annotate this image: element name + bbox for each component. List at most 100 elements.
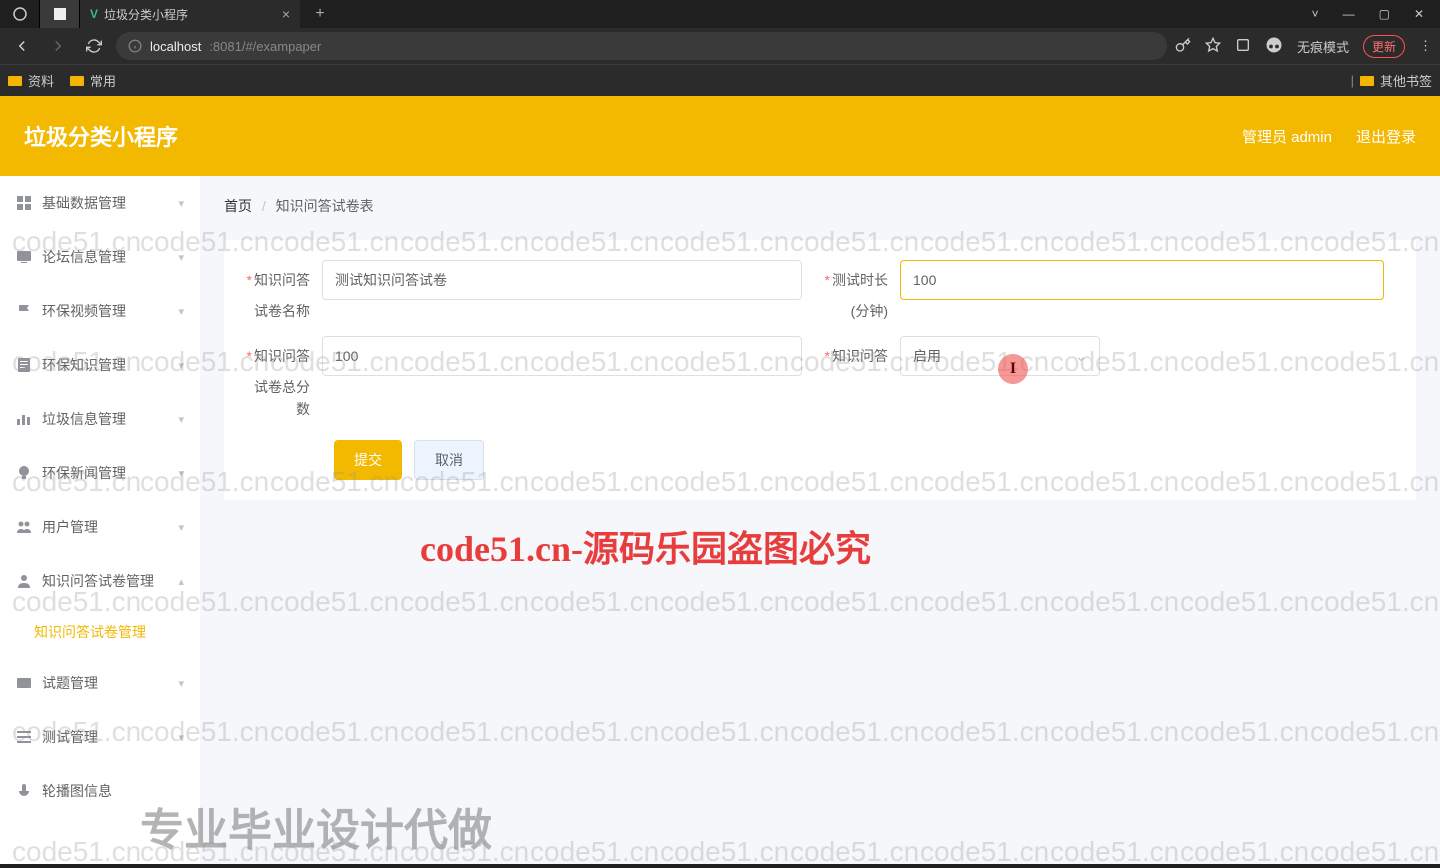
window-maximize-icon[interactable]: ▢: [1379, 7, 1390, 21]
reload-button[interactable]: [80, 32, 108, 60]
field-sublabel: (分钟): [818, 300, 900, 322]
tab-bar: V 垃圾分类小程序 × + ˅ — ▢ ✕: [0, 0, 1440, 28]
total-score-input[interactable]: [322, 336, 802, 376]
bookmark-2[interactable]: 常用: [70, 71, 116, 90]
sidebar-item-user[interactable]: 用户管理 ▾: [0, 500, 200, 554]
chevron-down-icon: ▾: [178, 197, 184, 210]
grid-icon: [16, 195, 32, 211]
back-button[interactable]: [8, 32, 36, 60]
app-title: 垃圾分类小程序: [24, 120, 178, 152]
paper-name-input[interactable]: [322, 260, 802, 300]
breadcrumb: 首页 / 知识问答试卷表: [224, 196, 1416, 216]
sidebar-item-question[interactable]: 试题管理 ▾: [0, 656, 200, 710]
menu-icon[interactable]: ⋮: [1419, 38, 1432, 54]
cancel-button[interactable]: 取消: [414, 440, 484, 480]
document-icon: [16, 357, 32, 373]
duration-input[interactable]: [900, 260, 1384, 300]
user-icon: [16, 573, 32, 589]
extension-icon[interactable]: [1235, 37, 1251, 56]
logout-link[interactable]: 退出登录: [1356, 126, 1416, 147]
star-icon[interactable]: [1205, 37, 1221, 56]
sidebar-item-exam-paper[interactable]: 知识问答试卷管理 ▴: [0, 554, 200, 608]
sidebar-item-knowledge[interactable]: 环保知识管理 ▾: [0, 338, 200, 392]
bulb-icon: [16, 465, 32, 481]
admin-link[interactable]: 管理员 admin: [1242, 126, 1332, 147]
select-value: 启用: [913, 346, 941, 366]
bookmark-other[interactable]: | 其他书签: [1351, 71, 1432, 90]
field-label: 测试时长: [832, 272, 888, 288]
chevron-down-icon: ▾: [178, 677, 184, 690]
sidebar-item-label: 环保视频管理: [42, 301, 126, 321]
address-bar: localhost:8081/#/exampaper 无痕模式 更新 ⋮: [0, 28, 1440, 64]
monitor-icon: [16, 249, 32, 265]
chevron-down-icon: ▾: [178, 251, 184, 264]
form-card: *知识问答 试卷名称 *测试时长 (分钟): [224, 240, 1416, 500]
tab-favicon-1[interactable]: [0, 0, 40, 28]
update-button[interactable]: 更新: [1363, 35, 1405, 58]
field-label: 知识问答: [254, 348, 310, 364]
chevron-down-icon: ▾: [178, 359, 184, 372]
sidebar-item-news[interactable]: 环保新闻管理 ▾: [0, 446, 200, 500]
sidebar-item-label: 环保新闻管理: [42, 463, 126, 483]
field-sublabel: 试卷总分: [240, 376, 322, 398]
bar-chart-icon: [16, 411, 32, 427]
bookmark-label: 其他书签: [1380, 71, 1432, 90]
sidebar-item-label: 知识问答试卷管理: [42, 571, 154, 591]
bookmark-label: 常用: [90, 71, 116, 90]
chevron-down-icon: ▾: [178, 521, 184, 534]
chevron-down-icon: ⌄: [1075, 348, 1087, 365]
chevron-down-icon: ▾: [178, 413, 184, 426]
chevron-up-icon: ▴: [178, 575, 184, 588]
card-icon: [16, 675, 32, 691]
sidebar: 基础数据管理 ▾ 论坛信息管理 ▾ 环保视频管理 ▾: [0, 176, 200, 864]
tab-favicon-2[interactable]: [40, 0, 80, 28]
folder-icon: [1360, 76, 1374, 86]
field-sublabel-2: 数: [240, 398, 322, 420]
bookmarks-bar: 资料 常用 | 其他书签: [0, 64, 1440, 96]
mic-icon: [16, 783, 32, 799]
window-minimize-icon[interactable]: —: [1343, 7, 1355, 21]
sidebar-item-carousel[interactable]: 轮播图信息: [0, 764, 200, 818]
sidebar-item-label: 垃圾信息管理: [42, 409, 126, 429]
new-tab-button[interactable]: +: [300, 5, 340, 23]
url-host: localhost: [150, 39, 201, 54]
sidebar-item-label: 环保知识管理: [42, 355, 126, 375]
folder-icon: [70, 76, 84, 86]
field-label: 知识问答: [254, 272, 310, 288]
tab-title: 垃圾分类小程序: [104, 6, 188, 23]
sidebar-item-label: 论坛信息管理: [42, 247, 126, 267]
active-tab[interactable]: V 垃圾分类小程序 ×: [80, 0, 300, 28]
key-icon[interactable]: [1175, 37, 1191, 56]
sidebar-item-label: 试题管理: [42, 673, 98, 693]
sidebar-item-trash[interactable]: 垃圾信息管理 ▾: [0, 392, 200, 446]
sidebar-item-label: 基础数据管理: [42, 193, 126, 213]
incognito-icon[interactable]: [1265, 36, 1283, 57]
url-input[interactable]: localhost:8081/#/exampaper: [116, 32, 1167, 60]
chevron-down-icon: ▾: [178, 305, 184, 318]
sidebar-subitem-exam-paper[interactable]: 知识问答试卷管理: [0, 608, 200, 656]
field-sublabel: 试卷名称: [240, 300, 322, 322]
chevron-down-icon: ▾: [178, 467, 184, 480]
folder-icon: [8, 76, 22, 86]
window-more-icon[interactable]: ˅: [1312, 7, 1319, 21]
bookmark-1[interactable]: 资料: [8, 71, 54, 90]
sidebar-item-label: 测试管理: [42, 727, 98, 747]
breadcrumb-home[interactable]: 首页: [224, 198, 252, 214]
sidebar-item-video[interactable]: 环保视频管理 ▾: [0, 284, 200, 338]
flag-icon: [16, 303, 32, 319]
main-content: 首页 / 知识问答试卷表 *知识问答 试卷名称 *测试时长: [200, 176, 1440, 864]
sidebar-item-forum[interactable]: 论坛信息管理 ▾: [0, 230, 200, 284]
bookmark-label: 资料: [28, 71, 54, 90]
window-close-icon[interactable]: ✕: [1414, 7, 1424, 21]
sidebar-item-label: 用户管理: [42, 517, 98, 537]
app-header: 垃圾分类小程序 管理员 admin 退出登录: [0, 96, 1440, 176]
list-icon: [16, 729, 32, 745]
close-tab-icon[interactable]: ×: [282, 6, 290, 22]
cursor-indicator: I: [998, 354, 1028, 384]
forward-button[interactable]: [44, 32, 72, 60]
submit-button[interactable]: 提交: [334, 440, 402, 480]
sidebar-item-basic-data[interactable]: 基础数据管理 ▾: [0, 176, 200, 230]
window-controls: ˅ — ▢ ✕: [1312, 7, 1440, 21]
breadcrumb-current: 知识问答试卷表: [276, 198, 374, 214]
sidebar-item-test[interactable]: 测试管理 ▾: [0, 710, 200, 764]
